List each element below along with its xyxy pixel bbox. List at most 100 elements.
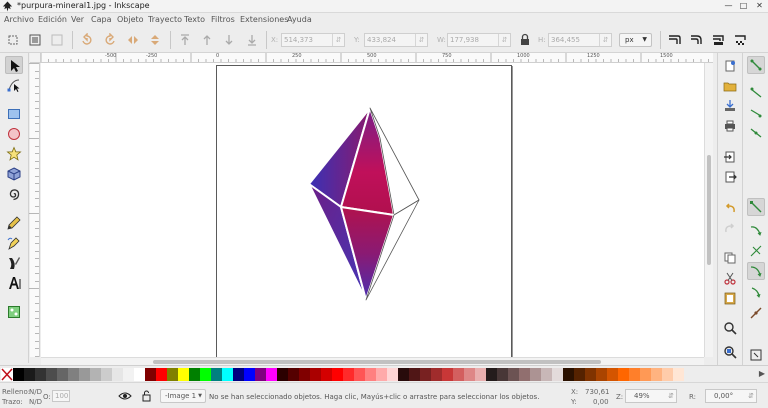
move-patterns-icon[interactable] xyxy=(733,33,747,47)
import-button[interactable] xyxy=(722,149,738,165)
color-swatch[interactable] xyxy=(508,368,519,381)
zoom-button[interactable] xyxy=(722,320,738,336)
menu-trayecto[interactable]: Trayecto xyxy=(148,15,182,24)
select-all-icon[interactable] xyxy=(6,33,20,47)
color-swatch[interactable] xyxy=(244,368,255,381)
color-swatch[interactable] xyxy=(46,368,57,381)
undo-button[interactable] xyxy=(722,200,738,216)
raise-icon[interactable] xyxy=(200,33,214,47)
rotate-ccw-icon[interactable] xyxy=(80,33,94,47)
color-swatch[interactable] xyxy=(310,368,321,381)
opacity-field[interactable]: 100 xyxy=(52,390,70,402)
color-swatch[interactable] xyxy=(57,368,68,381)
color-swatch[interactable] xyxy=(101,368,112,381)
snap-toggle-button[interactable] xyxy=(747,56,765,74)
color-swatch[interactable] xyxy=(442,368,453,381)
snap-bbox-edge-button[interactable] xyxy=(747,104,765,122)
zoom-field[interactable]: 49% ⇵ xyxy=(625,389,677,403)
menu-archivo[interactable]: Archivo xyxy=(4,15,34,24)
snap-intersection-button[interactable] xyxy=(747,242,765,260)
color-swatch[interactable] xyxy=(618,368,629,381)
print-button[interactable] xyxy=(722,118,738,134)
color-swatch[interactable] xyxy=(431,368,442,381)
color-swatch[interactable] xyxy=(24,368,35,381)
cut-button[interactable] xyxy=(722,270,738,286)
vertical-scroll-thumb[interactable] xyxy=(707,155,711,265)
spray-tool[interactable] xyxy=(5,303,23,321)
select-all-layers-icon[interactable] xyxy=(28,33,42,47)
copy-button[interactable] xyxy=(722,250,738,266)
snap-path-button[interactable] xyxy=(747,221,765,239)
menu-ayuda[interactable]: Ayuda xyxy=(287,15,312,24)
color-swatch[interactable] xyxy=(409,368,420,381)
snap-bbox-button[interactable] xyxy=(747,84,765,102)
pencil-tool[interactable] xyxy=(5,214,23,232)
color-swatch[interactable] xyxy=(288,368,299,381)
color-swatch[interactable] xyxy=(607,368,618,381)
color-swatch[interactable] xyxy=(112,368,123,381)
calligraphy-tool[interactable] xyxy=(5,254,23,272)
color-swatch[interactable] xyxy=(200,368,211,381)
color-swatch[interactable] xyxy=(640,368,651,381)
menu-filtros[interactable]: Filtros xyxy=(211,15,235,24)
rotation-spin-icon[interactable]: ⇵ xyxy=(748,390,754,402)
color-swatch[interactable] xyxy=(255,368,266,381)
lower-icon[interactable] xyxy=(222,33,236,47)
color-swatch[interactable] xyxy=(519,368,530,381)
star-tool[interactable] xyxy=(5,145,23,163)
spiral-tool[interactable] xyxy=(5,185,23,203)
color-swatch[interactable] xyxy=(277,368,288,381)
menu-ver[interactable]: Ver xyxy=(71,15,84,24)
canvas[interactable] xyxy=(41,63,704,357)
vertical-scrollbar[interactable] xyxy=(704,63,713,357)
color-swatch[interactable] xyxy=(123,368,134,381)
minimize-button[interactable]: — xyxy=(723,1,734,11)
move-gradients-icon[interactable] xyxy=(711,33,725,47)
x-field[interactable]: 514,373 ⇵ xyxy=(281,33,345,47)
h-spin-icon[interactable]: ⇵ xyxy=(599,34,611,46)
palette-scroll-right-icon[interactable]: ▶ xyxy=(759,369,765,378)
rotation-field[interactable]: 0,00° ⇵ xyxy=(705,389,757,403)
no-paint-swatch[interactable] xyxy=(1,368,13,381)
layer-lock-icon[interactable] xyxy=(141,390,152,402)
redo-button[interactable] xyxy=(722,220,738,236)
open-button[interactable] xyxy=(722,78,738,94)
y-spin-icon[interactable]: ⇵ xyxy=(415,34,427,46)
color-swatch[interactable] xyxy=(354,368,365,381)
h-field[interactable]: 364,455 ⇵ xyxy=(548,33,612,47)
color-swatch[interactable] xyxy=(486,368,497,381)
zoom-spin-icon[interactable]: ⇵ xyxy=(668,390,674,402)
snap-page-button[interactable] xyxy=(747,346,765,364)
color-swatch[interactable] xyxy=(387,368,398,381)
color-swatch[interactable] xyxy=(266,368,277,381)
export-button[interactable] xyxy=(722,169,738,185)
color-swatch[interactable] xyxy=(673,368,684,381)
y-field[interactable]: 433,824 ⇵ xyxy=(364,33,428,47)
color-swatch[interactable] xyxy=(68,368,79,381)
color-swatch[interactable] xyxy=(178,368,189,381)
color-swatch[interactable] xyxy=(211,368,222,381)
color-swatch[interactable] xyxy=(464,368,475,381)
rectangle-tool[interactable] xyxy=(5,105,23,123)
selector-tool[interactable] xyxy=(5,56,23,74)
horizontal-scroll-thumb[interactable] xyxy=(153,360,601,364)
text-tool[interactable] xyxy=(5,274,23,292)
color-swatch[interactable] xyxy=(167,368,178,381)
color-swatch[interactable] xyxy=(145,368,156,381)
color-swatch[interactable] xyxy=(376,368,387,381)
color-swatch[interactable] xyxy=(552,368,563,381)
color-swatch[interactable] xyxy=(156,368,167,381)
color-swatch[interactable] xyxy=(222,368,233,381)
menu-texto[interactable]: Texto xyxy=(184,15,205,24)
horizontal-scrollbar[interactable] xyxy=(41,357,704,365)
color-swatch[interactable] xyxy=(365,368,376,381)
new-document-button[interactable] xyxy=(722,58,738,74)
color-swatch[interactable] xyxy=(343,368,354,381)
color-swatch[interactable] xyxy=(398,368,409,381)
snap-cusp-button[interactable] xyxy=(747,262,765,280)
color-swatch[interactable] xyxy=(497,368,508,381)
menu-edicion[interactable]: Edición xyxy=(38,15,67,24)
layer-select[interactable]: -Image 1 ▼ xyxy=(160,389,206,403)
color-swatch[interactable] xyxy=(90,368,101,381)
snap-smooth-button[interactable] xyxy=(747,283,765,301)
